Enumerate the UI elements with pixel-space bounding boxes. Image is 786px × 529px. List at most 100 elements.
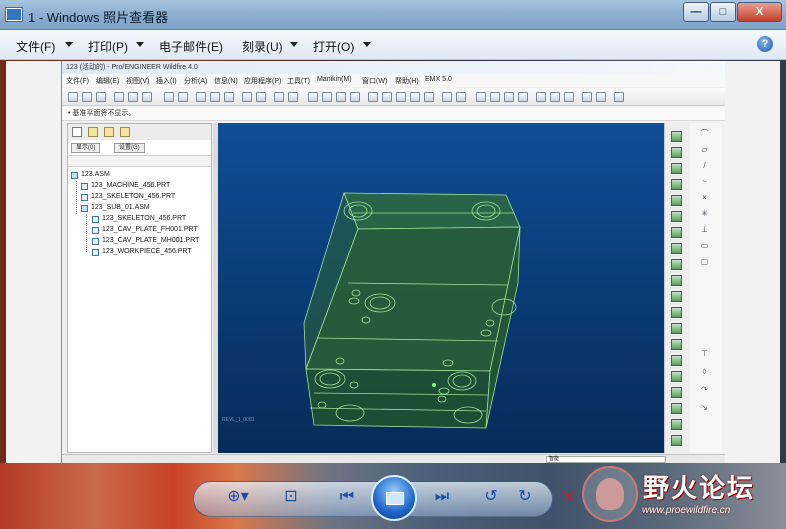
proe-menu-item: 信息(N) — [214, 78, 238, 85]
fit-to-window-icon[interactable]: ⊡ — [280, 487, 302, 507]
minimize-button[interactable]: — — [683, 2, 709, 22]
folder-browser-tab-icon — [88, 127, 98, 137]
redo-icon — [178, 92, 188, 102]
part-icon — [81, 194, 88, 201]
cut-icon — [196, 92, 206, 102]
menu-burn[interactable]: 刻录(U) — [242, 38, 283, 55]
shading-icon — [336, 92, 346, 102]
tree-node: 123_CAV_PLATE_MH001.PRT — [102, 237, 200, 244]
previous-icon[interactable]: ⏮ — [336, 487, 358, 507]
spin-icon — [550, 92, 560, 102]
delete-icon[interactable]: ✕ — [562, 487, 575, 507]
flip-icon: ↘ — [701, 403, 708, 412]
proe-status-bar: 智能 — [62, 454, 725, 463]
viewport-caption: REVL_1_0081 — [222, 417, 255, 423]
model-tree-icon — [564, 92, 574, 102]
menu-email[interactable]: 电子邮件(E) — [159, 38, 223, 55]
tree-node: 123_CAV_PLATE_FH001.PRT — [102, 226, 198, 233]
show-button: 显示(0) — [71, 143, 101, 153]
proe-message-line: • 基准平面将不显示。 — [62, 107, 725, 121]
extend-icon: ◊ — [702, 367, 707, 376]
proe-menu-item: Manikin(M) — [317, 76, 352, 83]
menu-open[interactable]: 打开(O) — [313, 38, 354, 55]
axis-icon: / — [703, 161, 706, 170]
chevron-down-icon[interactable] — [363, 42, 371, 47]
menu-file[interactable]: 文件(F) — [16, 38, 55, 55]
tree-node: 123_SUB_01.ASM — [91, 204, 150, 211]
analysis-icon — [596, 92, 606, 102]
maximize-button[interactable]: □ — [710, 2, 736, 22]
filter-select: 智能 — [546, 456, 666, 463]
rotate-icon: ↷ — [701, 385, 708, 394]
component-icon — [671, 403, 682, 414]
chamfer-icon — [671, 275, 682, 286]
photo-viewer-app-icon — [6, 8, 22, 21]
watermark-logo-mark — [596, 478, 624, 510]
trim-icon — [671, 339, 682, 350]
menu-print[interactable]: 打印(P) — [88, 38, 128, 55]
display-style-icon — [308, 92, 318, 102]
note-icon: ▭ — [700, 241, 709, 250]
round-icon — [671, 259, 682, 270]
chevron-down-icon[interactable] — [136, 42, 144, 47]
tree-node: 123_SKELETON_456.PRT — [91, 193, 176, 200]
pattern-icon — [671, 291, 682, 302]
favorites-tab-icon — [104, 127, 114, 137]
proe-menu-item: 文件(F) — [66, 78, 89, 85]
rotate-clockwise-icon[interactable]: ↻ — [514, 487, 536, 507]
rotate-counterclockwise-icon[interactable]: ↺ — [480, 487, 502, 507]
search-icon — [256, 92, 266, 102]
paste-icon — [224, 92, 234, 102]
extrude-icon — [671, 131, 682, 142]
chevron-down-icon[interactable] — [65, 42, 73, 47]
part-icon — [92, 249, 99, 256]
watermark-title: 野火论坛 — [643, 473, 756, 503]
merge-icon — [671, 323, 682, 334]
tree-connector — [76, 181, 77, 214]
revolve-icon — [671, 147, 682, 158]
layers-icon — [442, 92, 452, 102]
tree-node: 123_MACHINE_456.PRT — [91, 182, 171, 189]
assembly-icon — [81, 205, 88, 212]
tree-node: 123_SKELETON_456.PRT — [102, 215, 187, 222]
help-icon[interactable]: ? — [757, 36, 773, 52]
wireframe-icon — [322, 92, 332, 102]
part-icon — [92, 238, 99, 245]
proe-menu-item: 窗口(W) — [362, 78, 388, 85]
model-tree-panel: 显示(0) 设置(G) 123.ASM 123_MACHINE_456.PRT … — [67, 123, 212, 453]
zoom-in-icon — [382, 92, 392, 102]
slideshow-button[interactable] — [371, 475, 417, 521]
point-icon: × — [702, 193, 707, 202]
part-icon — [81, 183, 88, 190]
zoom-icon[interactable]: ⊕▾ — [221, 487, 255, 507]
blend-icon — [671, 179, 682, 190]
measure-icon — [582, 92, 592, 102]
trim-surface-icon: ⊤ — [701, 349, 708, 358]
watermark-url: www.proewildfire.cn — [642, 505, 731, 516]
whats-this-icon — [614, 92, 624, 102]
part-icon — [92, 227, 99, 234]
proe-menu-item: 分析(A) — [184, 78, 208, 85]
saved-views-icon — [424, 92, 434, 102]
feature-toolbar — [664, 123, 690, 453]
title-bar: 1 - Windows 照片查看器 — □ X — [0, 0, 786, 30]
chevron-down-icon[interactable] — [290, 42, 298, 47]
package-icon — [671, 435, 682, 446]
copy-feature-icon: ▢ — [700, 257, 709, 266]
proe-menu-item: 插入(I) — [156, 78, 177, 85]
proe-menu-bar: 文件(F) 编辑(E) 视图(V) 插入(I) 分析(A) 信息(N) 应用程序… — [62, 74, 725, 87]
close-button[interactable]: X — [737, 2, 782, 22]
datum-plane-icon — [476, 92, 486, 102]
spin-center-icon — [350, 92, 360, 102]
sweep-icon — [671, 163, 682, 174]
plane-icon: ▱ — [701, 145, 708, 154]
undo-icon — [164, 92, 174, 102]
zoom-out-icon — [396, 92, 406, 102]
thicken-icon — [671, 371, 682, 382]
curve-icon: ~ — [702, 177, 707, 186]
tree-node: 123.ASM — [81, 171, 110, 178]
next-icon[interactable]: ⏭ — [431, 487, 453, 507]
email-icon — [128, 92, 138, 102]
part-icon — [92, 216, 99, 223]
watermark-logo — [582, 466, 638, 522]
